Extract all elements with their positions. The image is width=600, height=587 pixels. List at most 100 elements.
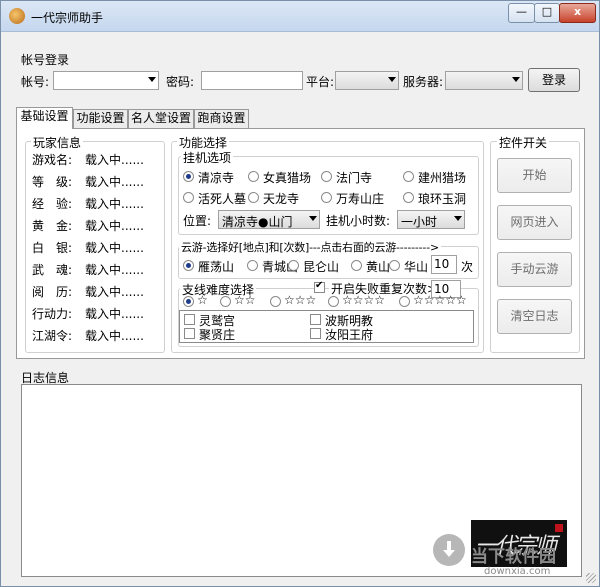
branch-quest-label[interactable]: 聚贤庄: [199, 326, 235, 343]
retry-checkbox[interactable]: [314, 280, 325, 293]
idle-option-label[interactable]: 清凉寺: [198, 169, 234, 186]
idle-option-radio[interactable]: [183, 192, 194, 203]
login-group-title: 帐号登录: [21, 53, 70, 67]
branch-quest-list[interactable]: 灵鹫宫 波斯明教 聚贤庄 汝阳王府: [179, 310, 474, 343]
cloud-option-radio[interactable]: [389, 260, 400, 271]
password-label: 密码:: [166, 75, 195, 89]
idle-option-radio[interactable]: [248, 192, 259, 203]
difficulty-star-radio[interactable]: [399, 296, 410, 307]
player-info-value: 载入中......: [85, 329, 144, 343]
chevron-down-icon[interactable]: [512, 77, 520, 82]
player-info-value: 载入中......: [85, 285, 144, 299]
tab-hall-of-fame-settings[interactable]: 名人堂设置: [128, 109, 194, 128]
idle-option-label[interactable]: 琅环玉洞: [418, 190, 466, 207]
branch-quest-checkbox[interactable]: [310, 328, 321, 339]
difficulty-star-radio[interactable]: [220, 296, 231, 307]
login-button[interactable]: 登录: [528, 68, 580, 92]
cloud-option-label[interactable]: 华山: [404, 258, 428, 275]
difficulty-star-radio[interactable]: [328, 296, 339, 307]
manual-cloud-travel-button[interactable]: 手动云游: [497, 252, 572, 287]
difficulty-star-label[interactable]: ☆☆☆☆☆: [413, 293, 467, 307]
difficulty-star-radio[interactable]: [183, 296, 194, 307]
branch-quest-label[interactable]: 汝阳王府: [325, 326, 373, 343]
branch-quest-checkbox[interactable]: [184, 328, 195, 339]
player-info-value: 载入中......: [85, 219, 144, 233]
idle-option-radio[interactable]: [248, 171, 259, 182]
difficulty-star-label[interactable]: ☆☆☆☆: [342, 293, 385, 307]
server-label: 服务器:: [403, 75, 444, 89]
watermark-site-name: 当下软件园: [471, 547, 556, 567]
minimize-button[interactable]: —: [508, 3, 535, 23]
idle-hours-label: 挂机小时数:: [326, 214, 391, 228]
difficulty-star-label[interactable]: ☆☆: [234, 293, 256, 307]
chevron-down-icon[interactable]: [454, 216, 462, 221]
branch-quest-checkbox[interactable]: [184, 314, 195, 325]
idle-option-label[interactable]: 法门寺: [336, 169, 372, 186]
cloud-option-label[interactable]: 黄山: [366, 258, 390, 275]
idle-options-title: 挂机选项: [181, 149, 234, 166]
web-enter-button[interactable]: 网页进入: [497, 205, 572, 240]
title-bar[interactable]: 一代宗师助手 — □ x: [1, 1, 599, 32]
main-window: 一代宗师助手 — □ x 帐号登录 帐号: 密码: 平台: 服务器: 登录 基础…: [0, 0, 600, 587]
tab-basic-settings[interactable]: 基础设置: [16, 107, 73, 129]
start-button[interactable]: 开始: [497, 158, 572, 193]
basic-settings-panel: 玩家信息 游戏名: 载入中...... 等 级: 载入中...... 经 验: 载入中..…: [16, 128, 585, 359]
player-info-label: 行动力:: [32, 307, 73, 321]
idle-option-radio[interactable]: [183, 171, 194, 182]
cloud-option-radio[interactable]: [183, 260, 194, 271]
cloud-option-radio[interactable]: [351, 260, 362, 271]
idle-option-label[interactable]: 建州猎场: [418, 169, 466, 186]
position-combobox[interactable]: 清凉寺●山门: [218, 210, 320, 229]
platform-combobox[interactable]: [335, 71, 399, 90]
player-info-label: 黄 金:: [32, 219, 73, 233]
idle-option-label[interactable]: 活死人墓: [198, 190, 246, 207]
idle-option-radio[interactable]: [403, 171, 414, 182]
controls-title: 控件开关: [497, 134, 550, 151]
idle-option-label[interactable]: 万寿山庄: [336, 190, 384, 207]
clear-log-button[interactable]: 清空日志: [497, 299, 572, 334]
idle-option-radio[interactable]: [321, 171, 332, 182]
tab-trading-settings[interactable]: 跑商设置: [194, 109, 249, 128]
watermark-site-url: downxia.com: [484, 566, 551, 577]
resize-grip[interactable]: [586, 573, 596, 583]
account-label: 帐号:: [21, 75, 50, 89]
branch-quest-checkbox[interactable]: [310, 314, 321, 325]
player-info-title: 玩家信息: [31, 134, 84, 151]
cloud-option-radio[interactable]: [288, 260, 299, 271]
idle-option-radio[interactable]: [403, 192, 414, 203]
window-title: 一代宗师助手: [31, 11, 104, 25]
player-info-label: 江湖令:: [32, 329, 73, 343]
close-button[interactable]: x: [559, 3, 596, 23]
cloud-travel-title: 云游-选择好[地点]和[次数]---点击右面的云游--------->: [179, 239, 441, 255]
password-field[interactable]: [201, 71, 303, 90]
cloud-option-label[interactable]: 雁荡山: [198, 258, 234, 275]
platform-label: 平台:: [306, 75, 335, 89]
difficulty-star-label[interactable]: ☆☆☆: [284, 293, 316, 307]
chevron-down-icon[interactable]: [148, 77, 156, 82]
chevron-down-icon[interactable]: [388, 77, 396, 82]
cloud-count-input[interactable]: 10: [431, 255, 457, 274]
difficulty-star-label[interactable]: ☆: [197, 293, 208, 307]
idle-hours-combobox[interactable]: 一小时: [397, 210, 465, 229]
cloud-option-label[interactable]: 昆仑山: [303, 258, 339, 275]
cloud-option-radio[interactable]: [247, 260, 258, 271]
chevron-down-icon[interactable]: [309, 216, 317, 221]
player-info-value: 载入中......: [85, 175, 144, 189]
player-info-value: 载入中......: [85, 307, 144, 321]
difficulty-star-radio[interactable]: [270, 296, 281, 307]
player-info-label: 白 银:: [32, 241, 73, 255]
idle-option-label[interactable]: 天龙寺: [263, 190, 299, 207]
cloud-count-unit: 次: [461, 260, 474, 274]
player-info-value: 载入中......: [85, 263, 144, 277]
account-combobox[interactable]: [53, 71, 159, 90]
player-info-value: 载入中......: [85, 241, 144, 255]
watermark-seal-icon: [555, 524, 563, 532]
idle-option-radio[interactable]: [321, 192, 332, 203]
maximize-button[interactable]: □: [534, 3, 560, 23]
player-info-label: 武 魂:: [32, 263, 73, 277]
idle-option-label[interactable]: 女真猎场: [263, 169, 311, 186]
player-info-value: 载入中......: [85, 153, 144, 167]
server-combobox[interactable]: [445, 71, 523, 90]
position-label: 位置:: [183, 214, 212, 228]
tab-function-settings[interactable]: 功能设置: [73, 109, 128, 128]
